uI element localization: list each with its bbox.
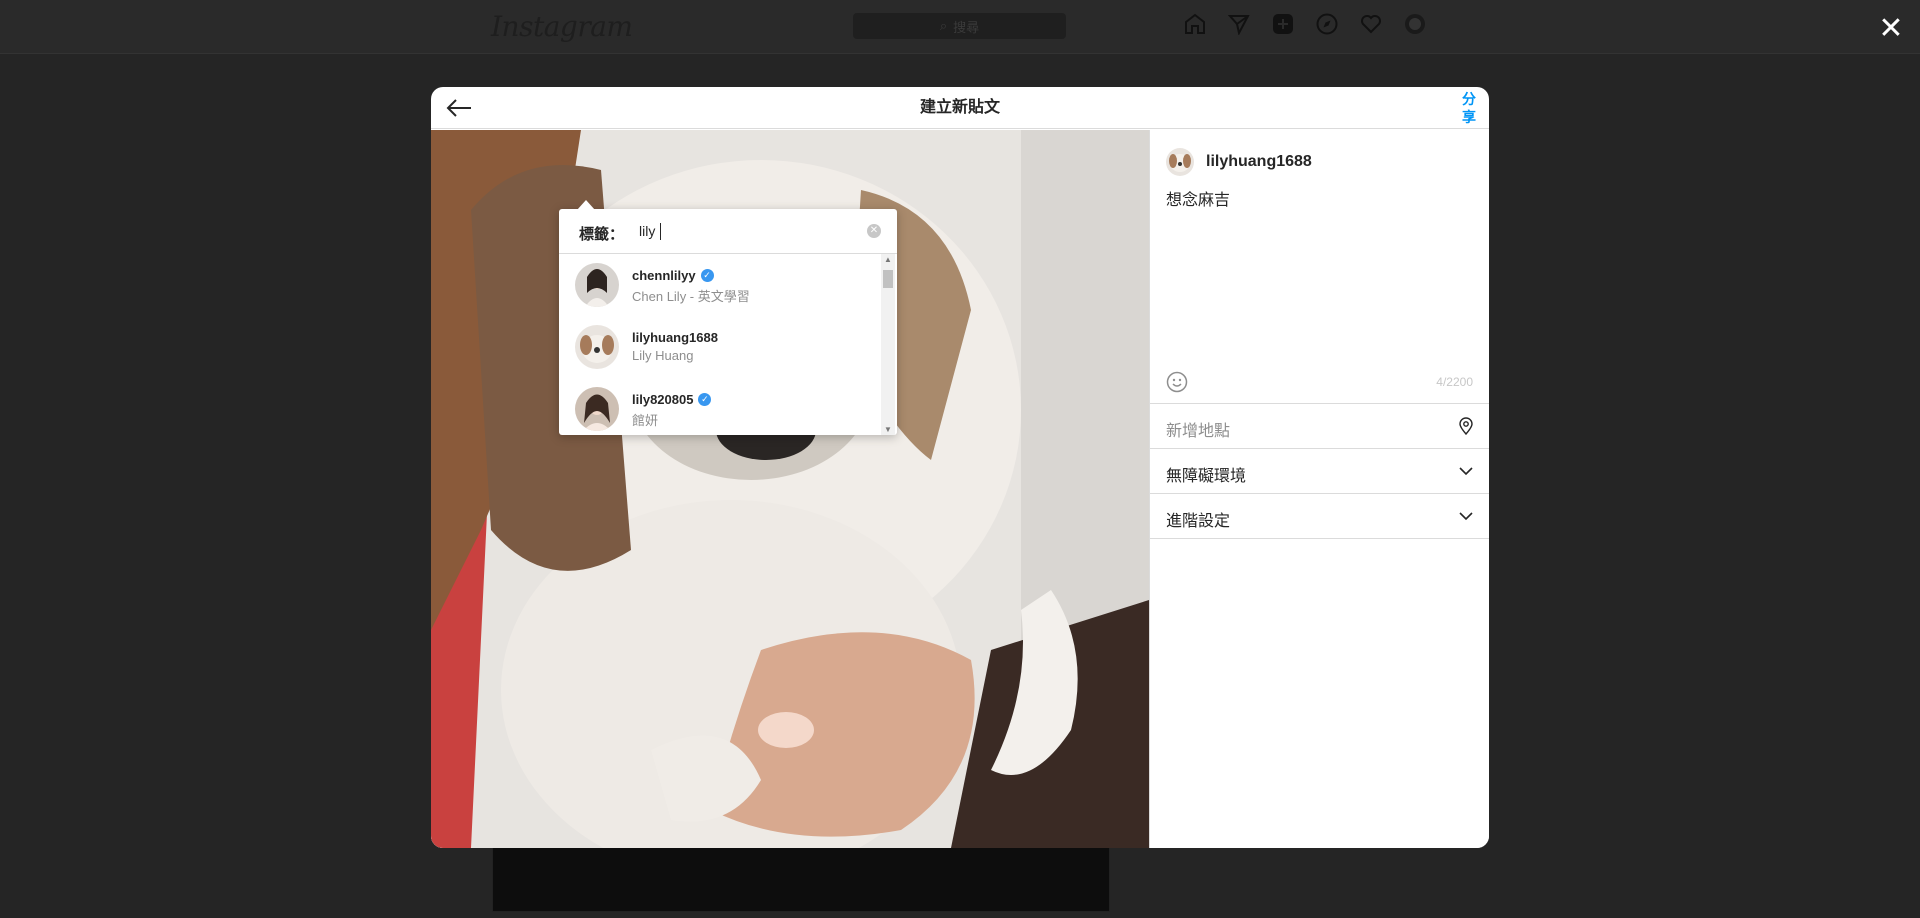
avatar: [575, 263, 619, 307]
profile-avatar[interactable]: [1404, 13, 1426, 35]
instagram-logo[interactable]: Instagram: [491, 6, 633, 48]
direct-icon[interactable]: [1227, 13, 1250, 36]
top-navigation-bar: Instagram ⌕ 搜尋: [0, 0, 1920, 54]
modal-title: 建立新貼文: [919, 99, 1000, 116]
tag-results-list: chennlilyy ✓ Chen Lily - 英文學習 lilyhuang1…: [559, 254, 879, 435]
accessibility-label: 無障礙環境: [1166, 468, 1247, 485]
location-pin-icon: [1457, 417, 1475, 436]
scroll-thumb[interactable]: [883, 270, 893, 288]
chevron-down-icon: [1457, 507, 1475, 525]
tag-search-header: 標籤： ✕: [559, 209, 897, 254]
author-username: lilyhuang1688: [1206, 153, 1312, 170]
scroll-up-arrow-icon[interactable]: ▲: [884, 255, 892, 264]
accessibility-row[interactable]: 無障礙環境: [1150, 448, 1489, 493]
tag-result-username: lily820805 ✓: [632, 392, 712, 407]
advanced-settings-row[interactable]: 進階設定: [1150, 493, 1489, 538]
tag-result-fullname: Lily Huang: [632, 348, 694, 363]
create-post-modal: 建立新貼文 分享 標籤： lily ✕ chennlilyy ✓ Chen Li…: [431, 87, 1489, 848]
author-info: lilyhuang1688: [1166, 148, 1312, 176]
search-placeholder: 搜尋: [953, 19, 980, 35]
text-caret: [660, 223, 661, 240]
tag-search-popup: 標籤： ✕ chennlilyy ✓ Chen Lily - 英文學習: [559, 200, 897, 435]
close-icon[interactable]: ✕: [1876, 14, 1906, 44]
username-text: lilyhuang1688: [632, 330, 718, 345]
add-location-row[interactable]: 新增地點: [1150, 403, 1489, 448]
share-button[interactable]: 分享: [1461, 90, 1477, 126]
modal-header: 建立新貼文 分享: [431, 87, 1489, 129]
home-icon[interactable]: [1184, 13, 1206, 35]
location-input[interactable]: 新增地點: [1166, 417, 1230, 441]
tag-search-input[interactable]: [639, 220, 859, 242]
post-photo[interactable]: 標籤： ✕ chennlilyy ✓ Chen Lily - 英文學習: [431, 130, 1149, 848]
post-details-panel: lilyhuang1688 想念麻吉 4/2200 新增地點 無障礙環境 進階設…: [1149, 130, 1489, 848]
clear-circle-icon[interactable]: ✕: [867, 224, 881, 238]
username-text: chennlilyy: [632, 268, 696, 283]
tag-result-username: lilyhuang1688: [632, 330, 718, 345]
search-box[interactable]: ⌕ 搜尋: [853, 13, 1066, 39]
tag-result-item[interactable]: lily820805 ✓ 館妍: [559, 378, 879, 435]
caption-textarea[interactable]: 想念麻吉: [1166, 186, 1466, 346]
divider: [1150, 538, 1489, 539]
tag-result-fullname: Chen Lily - 英文學習: [632, 289, 750, 304]
background-post: [492, 847, 1110, 912]
emoji-icon[interactable]: [1166, 371, 1188, 393]
tag-result-username: chennlilyy ✓: [632, 268, 714, 283]
tag-label: 標籤：: [579, 226, 625, 243]
character-count: 4/2200: [1436, 375, 1473, 389]
new-post-icon[interactable]: [1272, 13, 1294, 35]
chevron-down-icon: [1457, 462, 1475, 480]
tag-result-item[interactable]: chennlilyy ✓ Chen Lily - 英文學習: [559, 254, 879, 316]
explore-icon[interactable]: [1316, 13, 1338, 35]
search-icon: ⌕: [939, 18, 948, 33]
tag-result-item[interactable]: lilyhuang1688 Lily Huang: [559, 316, 879, 378]
advanced-settings-label: 進階設定: [1166, 513, 1231, 530]
username-text: lily820805: [632, 392, 694, 407]
avatar: [1166, 148, 1194, 176]
tag-results-scrollbar[interactable]: ▲ ▼: [881, 254, 895, 435]
scroll-down-arrow-icon[interactable]: ▼: [884, 425, 892, 434]
verified-badge-icon: ✓: [698, 393, 712, 406]
nav-icon-group: [1184, 13, 1426, 36]
tag-result-fullname: 館妍: [632, 413, 659, 428]
avatar: [575, 387, 619, 431]
avatar: [575, 325, 619, 369]
verified-badge-icon: ✓: [700, 269, 714, 282]
activity-icon[interactable]: [1360, 13, 1382, 35]
